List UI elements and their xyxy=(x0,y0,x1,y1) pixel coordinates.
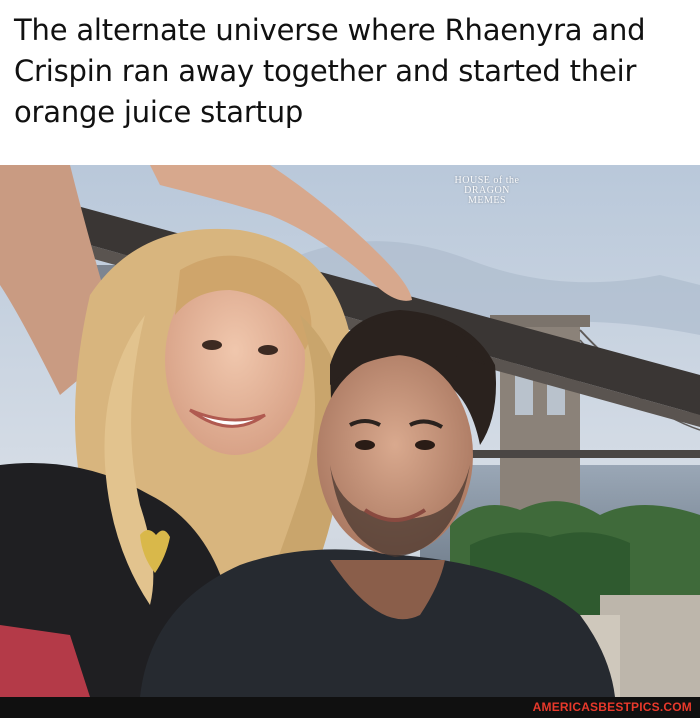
selfie-photo xyxy=(0,165,700,697)
meme-caption: The alternate universe where Rhaenyra an… xyxy=(14,13,646,129)
source-site-link[interactable]: AMERICASBESTPICS.COM xyxy=(533,700,692,715)
footer-bar: AMERICASBESTPICS.COM xyxy=(0,697,700,718)
house-of-the-dragon-memes-watermark: HOUSE of the DRAGON MEMES xyxy=(452,176,522,206)
watermark-line3: MEMES xyxy=(467,195,507,206)
